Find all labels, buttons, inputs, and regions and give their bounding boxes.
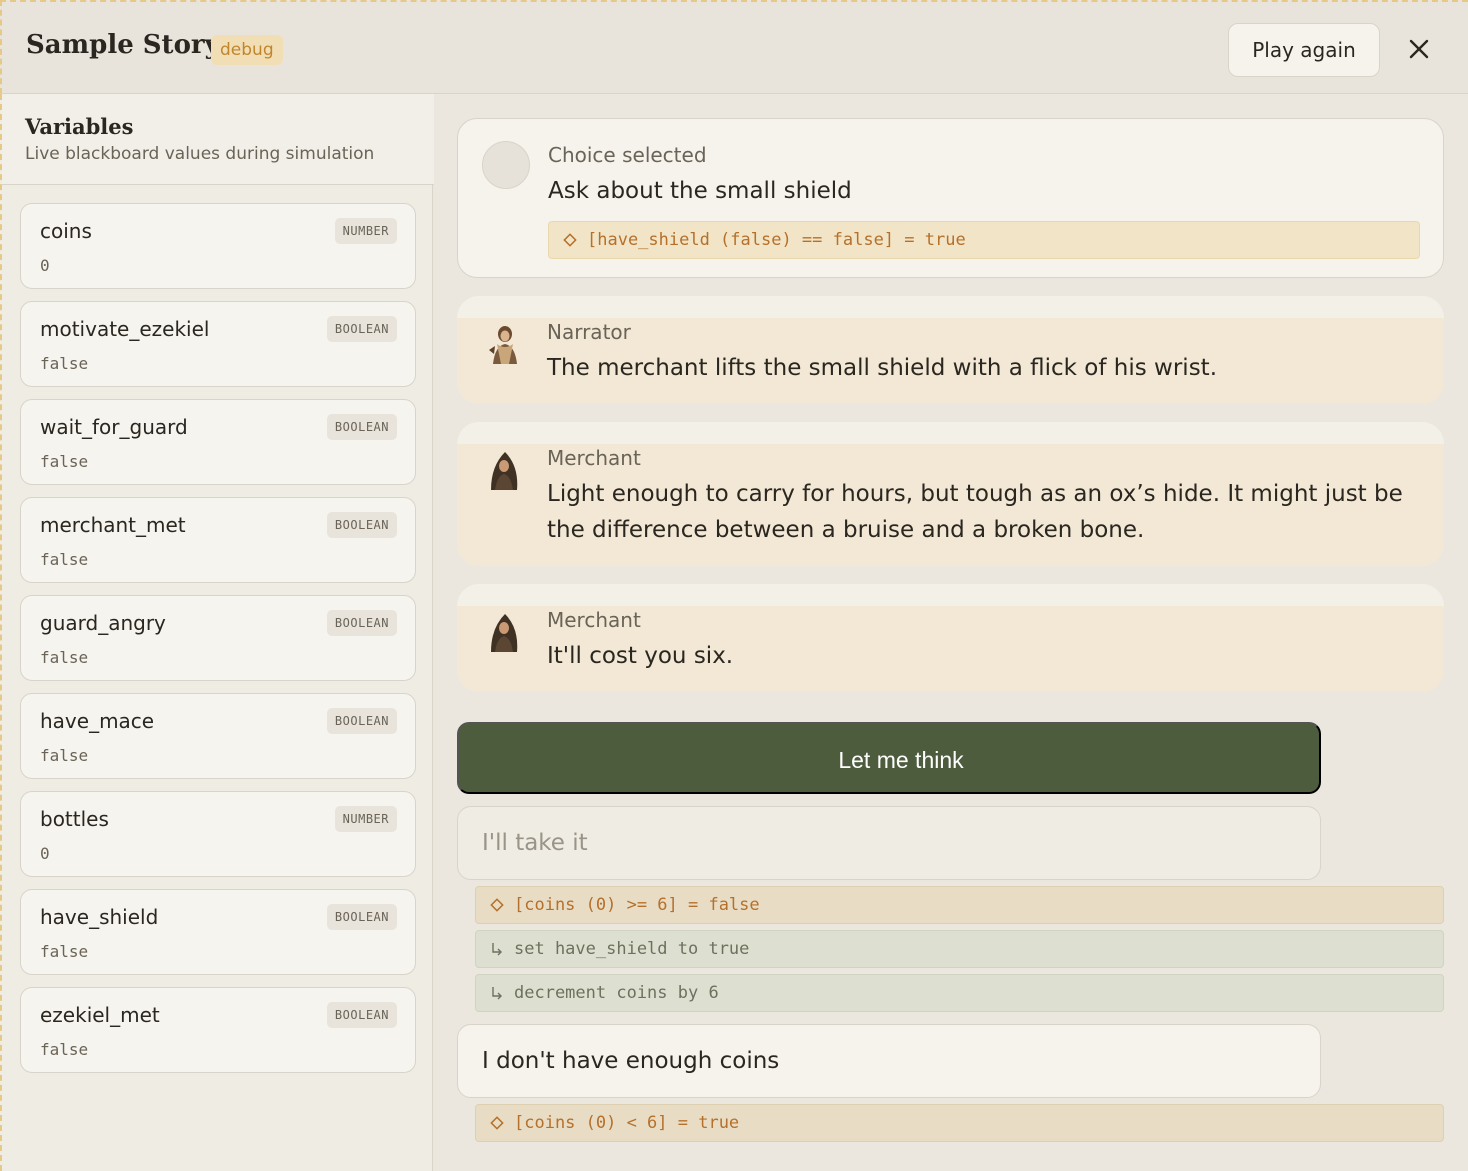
variables-subtitle: Live blackboard values during simulation [25, 144, 375, 164]
variable-name: motivate_ezekiel [40, 317, 210, 341]
condition-row: [coins (0) < 6] = true [475, 1104, 1444, 1142]
variable-card-bottles: bottles NUMBER 0 [20, 791, 416, 877]
choice-selected-text: Ask about the small shield [548, 178, 852, 204]
variable-card-guard-angry: guard_angry BOOLEAN false [20, 595, 416, 681]
variables-sidebar: Variables Live blackboard values during … [0, 94, 434, 1171]
variable-name: guard_angry [40, 611, 166, 635]
variable-name: have_mace [40, 709, 155, 733]
condition-text: [coins (0) < 6] = true [514, 1113, 740, 1133]
variable-card-have-mace: have_mace BOOLEAN false [20, 693, 416, 779]
variable-type-badge: BOOLEAN [326, 414, 397, 440]
header-bar: Sample Story debug Play again [0, 0, 1468, 94]
merchant-portrait-icon [491, 452, 518, 490]
variable-card-wait-for-guard: wait_for_guard BOOLEAN false [20, 399, 416, 485]
effect-text: set have_shield to true [514, 939, 750, 959]
dialogue-text: The merchant lifts the small shield with… [547, 355, 1218, 381]
debug-badge: debug [211, 35, 283, 65]
variable-value: 0 [40, 256, 50, 275]
variable-value: false [40, 550, 89, 569]
variable-value: false [40, 452, 89, 471]
dialogue-text: Light enough to carry for hours, but tou… [547, 481, 1403, 543]
variables-header: Variables Live blackboard values during … [2, 94, 434, 185]
variable-type-badge: BOOLEAN [326, 1002, 397, 1028]
dialogue-line-narrator: Narrator The merchant lifts the small sh… [457, 296, 1444, 404]
condition-text: [coins (0) >= 6] = false [514, 895, 760, 915]
variable-type-badge: BOOLEAN [326, 512, 397, 538]
variable-value: false [40, 746, 89, 765]
dialogue-line-merchant: Merchant It'll cost you six. [457, 584, 1444, 692]
diamond-icon [490, 898, 504, 912]
variable-type-badge: BOOLEAN [326, 316, 397, 342]
close-icon [1409, 39, 1429, 59]
variable-name: ezekiel_met [40, 1003, 160, 1027]
return-arrow-icon [492, 943, 502, 956]
speaker-name: Merchant [547, 446, 641, 470]
diamond-icon [563, 233, 577, 247]
variable-value: 0 [40, 844, 50, 863]
story-title: Sample Story [26, 30, 220, 60]
option-take-it[interactable]: I'll take it [457, 806, 1321, 880]
merchant-portrait-icon [491, 614, 518, 652]
variable-name: coins [40, 219, 92, 243]
speaker-name: Merchant [547, 608, 641, 632]
return-arrow-icon [492, 987, 502, 1000]
choice-selected-label: Choice selected [548, 143, 707, 167]
transcript-panel: Choice selected Ask about the small shie… [434, 94, 1468, 1171]
variable-card-ezekiel-met: ezekiel_met BOOLEAN false [20, 987, 416, 1073]
option-let-me-think[interactable]: Let me think [457, 722, 1321, 794]
variable-type-badge: NUMBER [334, 218, 397, 244]
effect-row: set have_shield to true [475, 930, 1444, 968]
variable-type-badge: BOOLEAN [326, 708, 397, 734]
speaker-name: Narrator [547, 320, 631, 344]
variable-card-coins: coins NUMBER 0 [20, 203, 416, 289]
variable-name: merchant_met [40, 513, 186, 537]
variable-value: false [40, 648, 89, 667]
dialogue-line-merchant: Merchant Light enough to carry for hours… [457, 422, 1444, 566]
condition-row: [have_shield (false) == false] = true [548, 221, 1420, 259]
condition-text: [have_shield (false) == false] = true [587, 230, 966, 250]
variable-type-badge: BOOLEAN [326, 610, 397, 636]
variable-name: have_shield [40, 905, 159, 929]
close-button[interactable] [1404, 34, 1434, 64]
play-again-button[interactable]: Play again [1228, 23, 1380, 77]
option-not-enough-coins[interactable]: I don't have enough coins [457, 1024, 1321, 1098]
variable-type-badge: NUMBER [334, 806, 397, 832]
variable-card-merchant-met: merchant_met BOOLEAN false [20, 497, 416, 583]
variable-value: false [40, 354, 89, 373]
variable-name: bottles [40, 807, 109, 831]
variable-card-motivate-ezekiel: motivate_ezekiel BOOLEAN false [20, 301, 416, 387]
dialogue-text: It'll cost you six. [547, 643, 734, 669]
condition-row: [coins (0) >= 6] = false [475, 886, 1444, 924]
narrator-portrait-icon [489, 326, 517, 364]
diamond-icon [490, 1116, 504, 1130]
variable-value: false [40, 1040, 89, 1059]
effect-row: decrement coins by 6 [475, 974, 1444, 1012]
variable-card-have-shield: have_shield BOOLEAN false [20, 889, 416, 975]
variable-value: false [40, 942, 89, 961]
effect-text: decrement coins by 6 [514, 983, 719, 1003]
variable-type-badge: BOOLEAN [326, 904, 397, 930]
variable-name: wait_for_guard [40, 415, 188, 439]
avatar [482, 141, 530, 189]
variables-title: Variables [25, 114, 134, 139]
choice-selected-card: Choice selected Ask about the small shie… [457, 118, 1444, 278]
